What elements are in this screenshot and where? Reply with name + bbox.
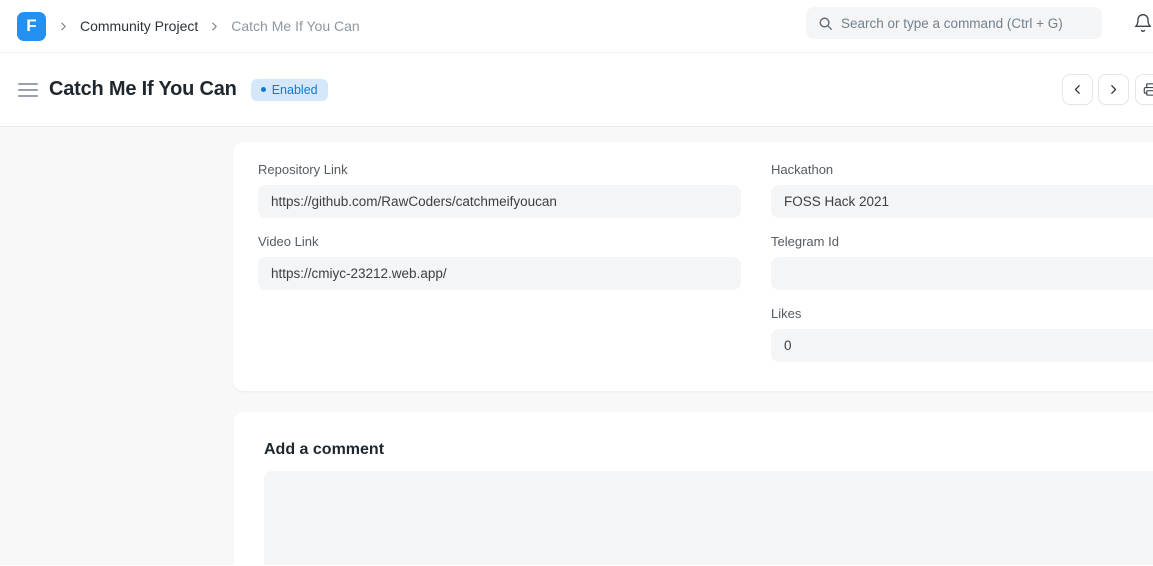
video-link-input[interactable] xyxy=(258,257,741,290)
status-badge-label: Enabled xyxy=(272,83,318,97)
status-dot-icon xyxy=(261,87,266,92)
field-likes: Likes xyxy=(771,306,1153,362)
page-header: Catch Me If You Can Enabled xyxy=(0,53,1153,127)
likes-label: Likes xyxy=(771,306,1153,321)
comment-input[interactable] xyxy=(264,471,1153,565)
video-link-label: Video Link xyxy=(258,234,741,249)
search-icon xyxy=(818,16,833,31)
field-telegram-id: Telegram Id xyxy=(771,234,1153,290)
likes-input[interactable] xyxy=(771,329,1153,362)
telegram-id-input[interactable] xyxy=(771,257,1153,290)
repository-link-label: Repository Link xyxy=(258,162,741,177)
chevron-right-icon xyxy=(59,22,68,31)
notifications-bell-icon[interactable] xyxy=(1133,12,1153,36)
page-title: Catch Me If You Can xyxy=(49,78,237,101)
next-record-button[interactable] xyxy=(1098,74,1129,105)
comments-section-card: Add a comment xyxy=(234,412,1153,565)
app-logo[interactable]: F xyxy=(17,12,46,41)
field-hackathon: Hackathon xyxy=(771,162,1153,218)
field-video-link: Video Link xyxy=(258,234,741,290)
status-badge: Enabled xyxy=(251,79,328,101)
chevron-left-icon xyxy=(1072,84,1083,95)
top-navbar: F Community Project Catch Me If You Can xyxy=(0,0,1153,53)
chevron-right-icon xyxy=(210,22,219,31)
page-content: Repository Link Hackathon Video Link Tel… xyxy=(0,127,1153,565)
chevron-right-icon xyxy=(1108,84,1119,95)
repository-link-input[interactable] xyxy=(258,185,741,218)
details-section-card: Repository Link Hackathon Video Link Tel… xyxy=(233,142,1153,391)
add-comment-heading: Add a comment xyxy=(264,441,1153,459)
global-search[interactable] xyxy=(806,7,1102,39)
breadcrumb-community-project[interactable]: Community Project xyxy=(80,18,198,34)
sidebar-toggle-icon[interactable] xyxy=(18,83,38,97)
print-button[interactable] xyxy=(1135,74,1153,105)
previous-record-button[interactable] xyxy=(1062,74,1093,105)
hackathon-label: Hackathon xyxy=(771,162,1153,177)
search-input[interactable] xyxy=(841,16,1090,31)
breadcrumb-current-page: Catch Me If You Can xyxy=(231,18,359,34)
printer-icon xyxy=(1143,82,1153,97)
app-logo-letter: F xyxy=(26,16,36,36)
telegram-id-label: Telegram Id xyxy=(771,234,1153,249)
field-repository-link: Repository Link xyxy=(258,162,741,218)
form-grid: Repository Link Hackathon Video Link Tel… xyxy=(258,162,1153,378)
hackathon-input[interactable] xyxy=(771,185,1153,218)
